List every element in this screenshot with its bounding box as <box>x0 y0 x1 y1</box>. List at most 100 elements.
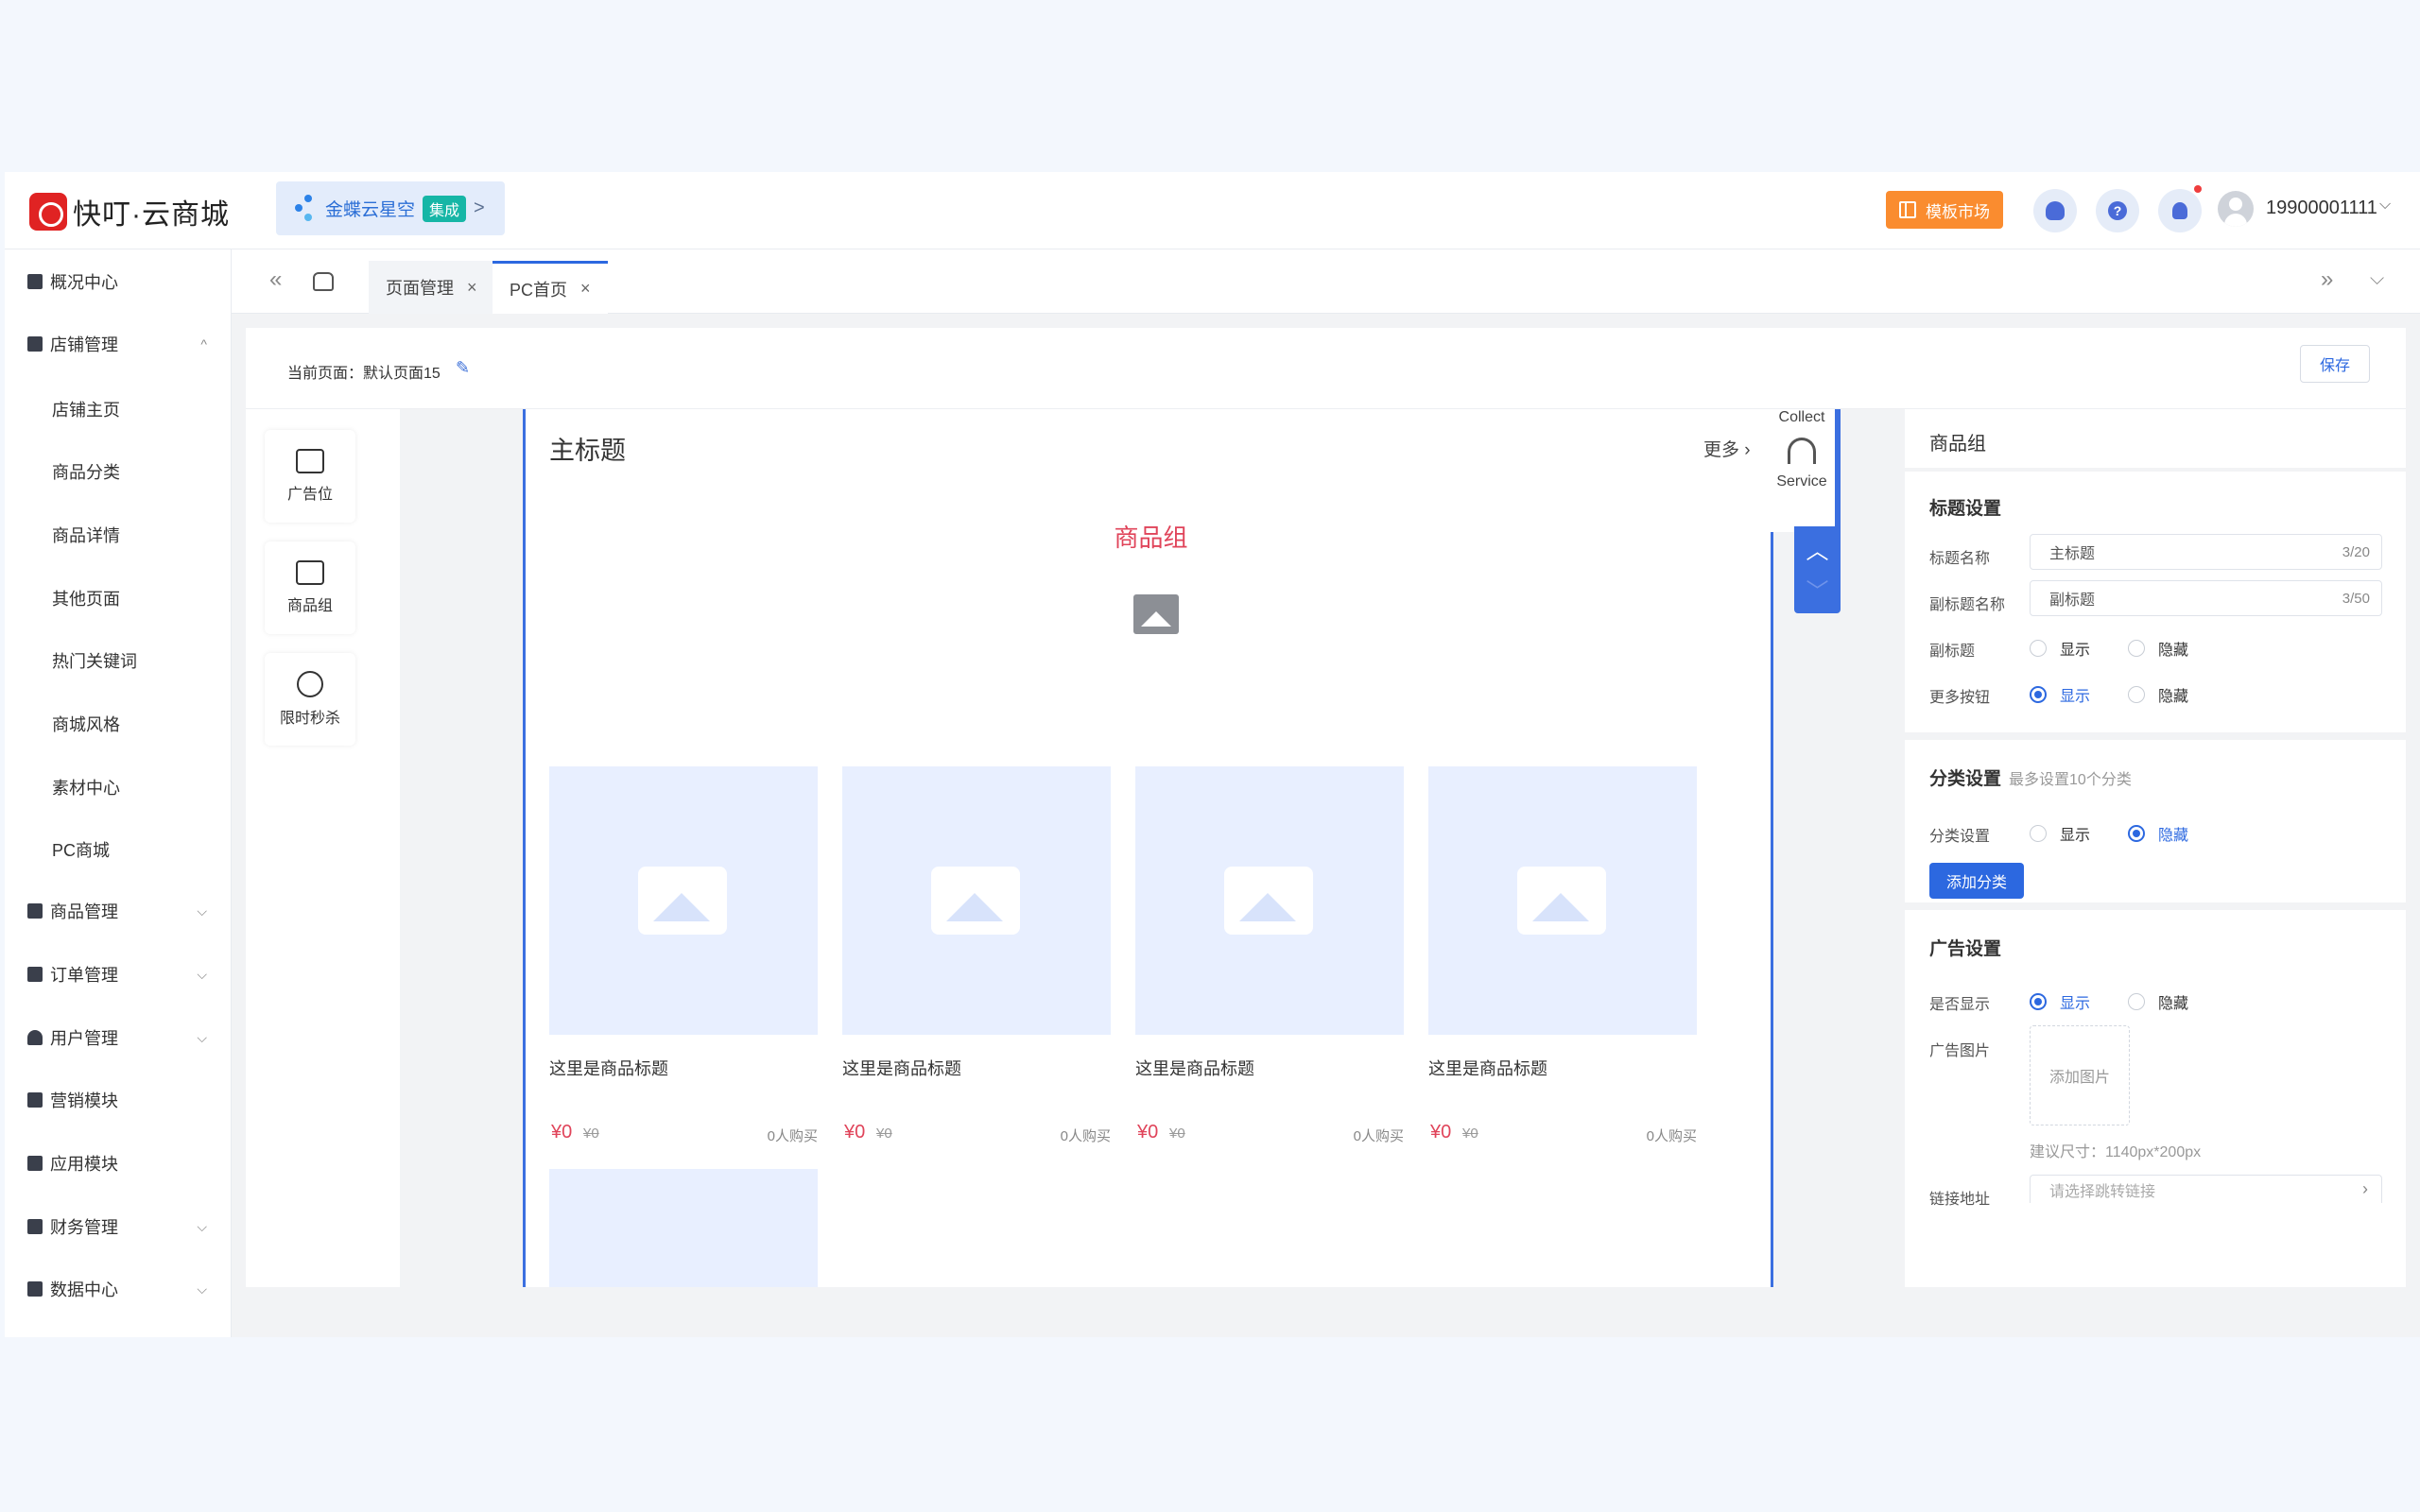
product-card[interactable]: 这里是商品标题 ¥0 ¥0 0人购买 <box>549 766 818 1144</box>
sidebar-item-apps[interactable]: 应用模块 <box>5 1144 232 1182</box>
subtitle-name-input[interactable]: 副标题 3/50 <box>2030 580 2382 616</box>
sidebar-item-finance[interactable]: 财务管理 ⌵ <box>5 1208 232 1246</box>
image-placeholder-icon <box>638 867 727 935</box>
subtitle-show-radio[interactable]: 显示 <box>2030 637 2090 660</box>
widget-product-group[interactable]: 商品组 <box>265 541 355 634</box>
avatar[interactable] <box>2218 191 2254 227</box>
close-icon[interactable]: × <box>580 279 591 299</box>
notification-button[interactable] <box>2158 189 2202 232</box>
sidebar-item-users[interactable]: 用户管理 ⌵ <box>5 1019 232 1057</box>
close-icon[interactable]: × <box>467 278 477 298</box>
section-heading: 广告设置 <box>1929 939 2002 959</box>
image-size-hint: 建议尺寸：1140px*200px <box>2030 1144 2202 1160</box>
product-group-block[interactable]: 主标题 更多 › 商品组 这里是商品标题 ¥0 ¥0 0人购买 这里是商品标题 … <box>523 409 1773 1287</box>
chevron-down-icon: ⌵ <box>197 1280 207 1297</box>
sidebar-item-marketing[interactable]: 营销模块 <box>5 1081 232 1119</box>
add-image-upload[interactable]: 添加图片 <box>2030 1025 2130 1125</box>
scroll-left-icon[interactable]: « <box>269 266 282 293</box>
product-card[interactable]: 这里是商品标题 ¥0 ¥0 0人购买 <box>1428 766 1697 1144</box>
widget-flash-sale[interactable]: 限时秒杀 <box>265 653 355 746</box>
product-price: ¥0 <box>1430 1122 1452 1143</box>
image-placeholder-icon <box>931 867 1020 935</box>
product-sold: 0人购买 <box>1646 1128 1697 1144</box>
section-heading-text: 分类设置 <box>1929 769 2002 789</box>
more-link[interactable]: 更多 › <box>1703 436 1751 461</box>
category-hide-radio[interactable]: 隐藏 <box>2128 822 2188 845</box>
chevron-down-icon[interactable]: ⌵ <box>2370 268 2384 290</box>
edit-icon[interactable]: ✎ <box>456 358 470 378</box>
sidebar-subitem-product-category[interactable]: 商品分类 <box>52 459 120 484</box>
integration-chip[interactable]: 金蝶云星空 集成 > <box>276 181 505 235</box>
product-old-price: ¥0 <box>1169 1125 1185 1142</box>
help-button[interactable]: ? <box>2096 189 2139 232</box>
sidebar-subitem-pc-mall[interactable]: PC商城 <box>52 837 110 862</box>
title-name-input[interactable]: 主标题 3/20 <box>2030 534 2382 570</box>
chevron-down-icon: ⌵ <box>197 966 207 982</box>
sidebar-subitem-product-detail[interactable]: 商品详情 <box>52 523 120 547</box>
customer-service-icon <box>2046 201 2065 220</box>
chevron-up-icon: ^ <box>200 336 207 352</box>
sidebar-item-products[interactable]: 商品管理 ⌵ <box>5 892 232 930</box>
ad-image-label: 广告图片 <box>1929 1043 1991 1059</box>
tab-pc-home[interactable]: PC首页 × <box>493 261 608 314</box>
user-name[interactable]: 19900001111 <box>2266 198 2377 219</box>
tab-bar: « 页面管理 × PC首页 × » ⌵ <box>232 249 2420 314</box>
title-name-label: 标题名称 <box>1929 551 1991 567</box>
sidebar-item-store[interactable]: 店铺管理 ^ <box>5 325 232 363</box>
kingdee-icon <box>295 194 320 223</box>
product-card[interactable]: 这里是商品标题 ¥0 ¥0 0人购买 <box>842 766 1111 1144</box>
product-sold: 0人购买 <box>1060 1128 1111 1144</box>
product-name: 这里是商品标题 <box>549 1059 668 1078</box>
product-name: 这里是商品标题 <box>1135 1059 1254 1078</box>
sidebar-subitem-mall-style[interactable]: 商城风格 <box>52 712 120 736</box>
link-placeholder: 请选择跳转链接 <box>2049 1183 2156 1200</box>
ad-show-label: 是否显示 <box>1929 997 1991 1013</box>
radio-dot <box>2030 825 2047 842</box>
sidebar-item-data[interactable]: 数据中心 ⌵ <box>5 1270 232 1308</box>
sidebar-subitem-other-pages[interactable]: 其他页面 <box>52 586 120 610</box>
more-show-radio[interactable]: 显示 <box>2030 683 2090 706</box>
help-icon: ? <box>2108 201 2127 220</box>
widget-ad-slot[interactable]: 广告位 <box>265 430 355 523</box>
product-price: ¥0 <box>551 1122 573 1143</box>
headset-icon[interactable] <box>1788 438 1816 464</box>
main-title: 主标题 <box>549 437 626 465</box>
product-image <box>1135 766 1404 1035</box>
chart-icon <box>27 1092 43 1108</box>
product-card[interactable]: 这里是商品标题 ¥0 ¥0 0人购买 <box>1135 766 1404 1144</box>
collect-label[interactable]: Collect <box>1779 409 1825 426</box>
scroll-right-icon[interactable]: » <box>2321 266 2333 293</box>
template-market-label: 模板市场 <box>1926 202 1990 221</box>
sidebar-subitem-hot-keywords[interactable]: 热门关键词 <box>52 648 137 673</box>
radio-dot <box>2128 825 2145 842</box>
sidebar-subitem-store-home[interactable]: 店铺主页 <box>52 397 120 421</box>
customer-service-button[interactable] <box>2033 189 2077 232</box>
ad-show-radio[interactable]: 显示 <box>2030 990 2090 1013</box>
subtitle-hide-radio[interactable]: 隐藏 <box>2128 637 2188 660</box>
radio-label: 显示 <box>2060 996 2091 1012</box>
chevron-down-icon[interactable]: ⌵ <box>2379 197 2391 214</box>
sidebar-subitem-materials[interactable]: 素材中心 <box>52 775 120 799</box>
sidebar-item-overview[interactable]: 概况中心 <box>5 263 232 301</box>
service-label[interactable]: Service <box>1776 473 1826 490</box>
sidebar-item-label: 营销模块 <box>50 1091 118 1110</box>
template-market-button[interactable]: 模板市场 <box>1886 191 2003 229</box>
widget-label: 广告位 <box>286 487 333 503</box>
group-title: 商品组 <box>1114 524 1188 552</box>
section-heading: 标题设置 <box>1929 499 2002 519</box>
store-icon <box>27 336 43 352</box>
more-hide-radio[interactable]: 隐藏 <box>2128 683 2188 706</box>
link-select[interactable]: 请选择跳转链接 › <box>2030 1175 2382 1203</box>
save-button[interactable]: 保存 <box>2300 345 2370 383</box>
back-to-top-button[interactable]: ︿ ﹀ <box>1794 526 1841 613</box>
image-stack-icon <box>296 449 324 473</box>
product-price: ¥0 <box>844 1122 866 1143</box>
home-icon[interactable] <box>313 272 334 291</box>
link-label: 链接地址 <box>1929 1192 1991 1208</box>
category-show-radio[interactable]: 显示 <box>2030 822 2090 845</box>
sidebar-item-orders[interactable]: 订单管理 ⌵ <box>5 955 232 993</box>
add-category-button[interactable]: 添加分类 <box>1929 863 2024 899</box>
ad-hide-radio[interactable]: 隐藏 <box>2128 990 2188 1013</box>
logo[interactable]: 快叮·云商城 <box>29 191 230 232</box>
tab-page-management[interactable]: 页面管理 × <box>369 261 494 314</box>
